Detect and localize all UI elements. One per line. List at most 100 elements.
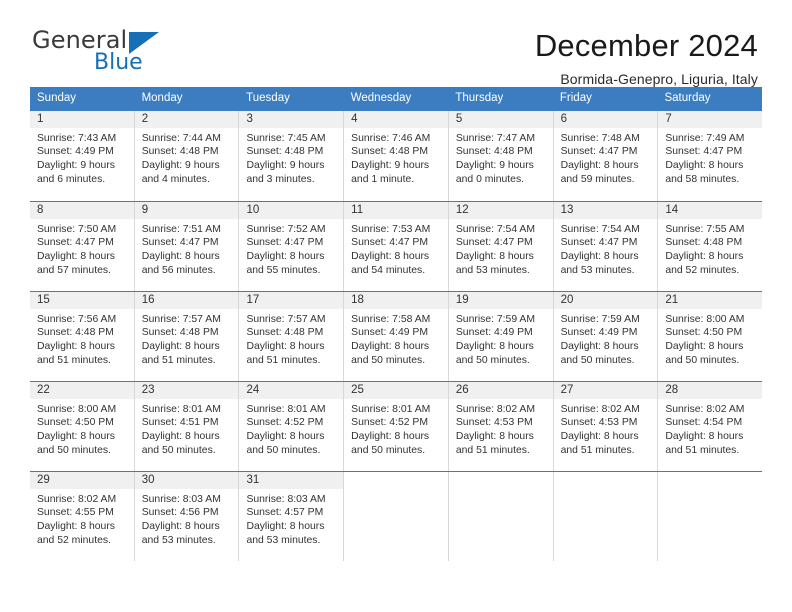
daylight-text-line2: and 51 minutes. [37, 354, 111, 366]
day-cell[interactable]: 28 Sunrise: 8:02 AM Sunset: 4:54 PM Dayl… [657, 381, 763, 471]
day-info: Sunrise: 8:00 AM Sunset: 4:50 PM Dayligh… [30, 399, 134, 457]
weekday-header-row: Sunday Monday Tuesday Wednesday Thursday… [30, 87, 762, 111]
sunrise-text: Sunrise: 8:02 AM [455, 403, 536, 415]
day-cell[interactable]: 24 Sunrise: 8:01 AM Sunset: 4:52 PM Dayl… [238, 381, 344, 471]
daylight-text-line2: and 53 minutes. [560, 264, 635, 276]
day-info: Sunrise: 7:59 AM Sunset: 4:49 PM Dayligh… [449, 309, 553, 367]
sunset-text: Sunset: 4:49 PM [560, 327, 638, 339]
day-cell[interactable]: 26 Sunrise: 8:02 AM Sunset: 4:53 PM Dayl… [447, 381, 553, 471]
day-number [448, 471, 553, 489]
day-cell[interactable]: 18 Sunrise: 7:58 AM Sunset: 4:49 PM Dayl… [343, 291, 448, 381]
day-cell[interactable]: 10 Sunrise: 7:52 AM Sunset: 4:47 PM Dayl… [238, 201, 344, 291]
sunset-text: Sunset: 4:47 PM [455, 237, 533, 249]
daylight-text-line2: and 50 minutes. [351, 354, 426, 366]
weekday-header-friday: Friday [559, 92, 592, 104]
daylight-text-line1: Daylight: 8 hours [141, 340, 220, 352]
day-cell[interactable]: 15 Sunrise: 7:56 AM Sunset: 4:48 PM Dayl… [30, 291, 134, 381]
sunrise-text: Sunrise: 7:56 AM [37, 313, 117, 325]
day-cell[interactable]: 21 Sunrise: 8:00 AM Sunset: 4:50 PM Dayl… [657, 291, 763, 381]
day-number: 15 [30, 291, 134, 309]
day-number: 23 [134, 381, 239, 399]
day-cell[interactable]: 19 Sunrise: 7:59 AM Sunset: 4:49 PM Dayl… [447, 291, 553, 381]
sunrise-text: Sunrise: 8:01 AM [246, 403, 326, 415]
weekday-header-monday: Monday [141, 92, 183, 104]
daylight-text-line2: and 51 minutes. [455, 444, 530, 456]
day-info: Sunrise: 7:50 AM Sunset: 4:47 PM Dayligh… [30, 219, 134, 277]
week-row: 22 Sunrise: 8:00 AM Sunset: 4:50 PM Dayl… [30, 380, 763, 471]
daylight-text-line1: Daylight: 8 hours [455, 430, 534, 442]
day-cell[interactable]: 3 Sunrise: 7:45 AM Sunset: 4:48 PM Dayli… [238, 110, 344, 201]
sunrise-text: Sunrise: 7:53 AM [351, 223, 431, 235]
sunrise-text: Sunrise: 8:03 AM [141, 493, 221, 505]
day-cell[interactable]: 9 Sunrise: 7:51 AM Sunset: 4:47 PM Dayli… [133, 201, 239, 291]
daylight-text-line1: Daylight: 8 hours [37, 430, 115, 442]
day-cell[interactable]: 5 Sunrise: 7:47 AM Sunset: 4:48 PM Dayli… [447, 110, 553, 201]
sunrise-text: Sunrise: 8:02 AM [560, 403, 640, 415]
daylight-text-line1: Daylight: 8 hours [246, 520, 325, 532]
sunset-text: Sunset: 4:54 PM [665, 417, 743, 429]
daylight-text-line2: and 53 minutes. [455, 264, 530, 276]
day-number: 5 [448, 110, 553, 128]
sunset-text: Sunset: 4:51 PM [141, 417, 219, 429]
day-cell[interactable]: 20 Sunrise: 7:59 AM Sunset: 4:49 PM Dayl… [552, 291, 658, 381]
day-info: Sunrise: 7:45 AM Sunset: 4:48 PM Dayligh… [239, 128, 343, 186]
sunrise-text: Sunrise: 7:59 AM [455, 313, 536, 325]
day-number [658, 471, 763, 489]
daylight-text-line2: and 57 minutes. [37, 264, 111, 276]
day-cell[interactable]: 30 Sunrise: 8:03 AM Sunset: 4:56 PM Dayl… [133, 471, 239, 561]
sunset-text: Sunset: 4:48 PM [141, 327, 219, 339]
general-blue-logo[interactable]: General Blue [30, 26, 180, 82]
day-info: Sunrise: 7:52 AM Sunset: 4:47 PM Dayligh… [239, 219, 343, 277]
daylight-text-line1: Daylight: 8 hours [246, 340, 325, 352]
sunset-text: Sunset: 4:48 PM [141, 146, 219, 158]
day-cell[interactable]: 14 Sunrise: 7:55 AM Sunset: 4:48 PM Dayl… [657, 201, 763, 291]
daylight-text-line1: Daylight: 8 hours [246, 250, 325, 262]
day-cell[interactable]: 2 Sunrise: 7:44 AM Sunset: 4:48 PM Dayli… [133, 110, 239, 201]
week-row: 29 Sunrise: 8:02 AM Sunset: 4:55 PM Dayl… [30, 470, 763, 561]
daylight-text-line2: and 51 minutes. [246, 354, 321, 366]
day-cell[interactable]: 4 Sunrise: 7:46 AM Sunset: 4:48 PM Dayli… [343, 110, 448, 201]
day-cell[interactable]: 8 Sunrise: 7:50 AM Sunset: 4:47 PM Dayli… [30, 201, 134, 291]
sunrise-text: Sunrise: 8:01 AM [141, 403, 221, 415]
daylight-text-line2: and 56 minutes. [141, 264, 216, 276]
sunrise-text: Sunrise: 8:02 AM [37, 493, 117, 505]
daylight-text-line1: Daylight: 8 hours [141, 430, 220, 442]
day-number: 10 [239, 201, 344, 219]
day-info: Sunrise: 8:02 AM Sunset: 4:53 PM Dayligh… [449, 399, 553, 457]
day-cell[interactable]: 23 Sunrise: 8:01 AM Sunset: 4:51 PM Dayl… [133, 381, 239, 471]
day-cell-empty [552, 471, 658, 561]
daylight-text-line1: Daylight: 9 hours [455, 159, 534, 171]
sunset-text: Sunset: 4:47 PM [351, 237, 428, 249]
sunset-text: Sunset: 4:49 PM [37, 146, 114, 158]
daylight-text-line2: and 59 minutes. [560, 173, 635, 185]
daylight-text-line1: Daylight: 8 hours [665, 430, 744, 442]
day-info: Sunrise: 8:01 AM Sunset: 4:52 PM Dayligh… [344, 399, 448, 457]
day-cell[interactable]: 25 Sunrise: 8:01 AM Sunset: 4:52 PM Dayl… [343, 381, 448, 471]
day-info: Sunrise: 7:51 AM Sunset: 4:47 PM Dayligh… [135, 219, 239, 277]
day-cell[interactable]: 7 Sunrise: 7:49 AM Sunset: 4:47 PM Dayli… [657, 110, 763, 201]
day-number: 17 [239, 291, 344, 309]
day-cell[interactable]: 29 Sunrise: 8:02 AM Sunset: 4:55 PM Dayl… [30, 471, 134, 561]
day-number: 8 [30, 201, 134, 219]
day-cell[interactable]: 22 Sunrise: 8:00 AM Sunset: 4:50 PM Dayl… [30, 381, 134, 471]
daylight-text-line1: Daylight: 8 hours [351, 250, 430, 262]
daylight-text-line1: Daylight: 8 hours [351, 340, 430, 352]
day-cell[interactable]: 16 Sunrise: 7:57 AM Sunset: 4:48 PM Dayl… [133, 291, 239, 381]
daylight-text-line2: and 0 minutes. [455, 173, 525, 185]
sunset-text: Sunset: 4:52 PM [351, 417, 428, 429]
daylight-text-line2: and 53 minutes. [246, 534, 321, 546]
day-cell[interactable]: 6 Sunrise: 7:48 AM Sunset: 4:47 PM Dayli… [552, 110, 658, 201]
sunset-text: Sunset: 4:47 PM [665, 146, 743, 158]
day-info: Sunrise: 7:54 AM Sunset: 4:47 PM Dayligh… [554, 219, 658, 277]
daylight-text-line2: and 6 minutes. [37, 173, 106, 185]
day-cell[interactable]: 17 Sunrise: 7:57 AM Sunset: 4:48 PM Dayl… [238, 291, 344, 381]
day-info: Sunrise: 8:00 AM Sunset: 4:50 PM Dayligh… [658, 309, 762, 367]
day-cell[interactable]: 27 Sunrise: 8:02 AM Sunset: 4:53 PM Dayl… [552, 381, 658, 471]
day-info: Sunrise: 8:03 AM Sunset: 4:56 PM Dayligh… [135, 489, 239, 547]
day-cell[interactable]: 11 Sunrise: 7:53 AM Sunset: 4:47 PM Dayl… [343, 201, 448, 291]
day-cell[interactable]: 12 Sunrise: 7:54 AM Sunset: 4:47 PM Dayl… [447, 201, 553, 291]
day-cell[interactable]: 13 Sunrise: 7:54 AM Sunset: 4:47 PM Dayl… [552, 201, 658, 291]
sunset-text: Sunset: 4:49 PM [351, 327, 428, 339]
day-cell[interactable]: 1 Sunrise: 7:43 AM Sunset: 4:49 PM Dayli… [30, 110, 134, 201]
day-cell[interactable]: 31 Sunrise: 8:03 AM Sunset: 4:57 PM Dayl… [238, 471, 344, 561]
